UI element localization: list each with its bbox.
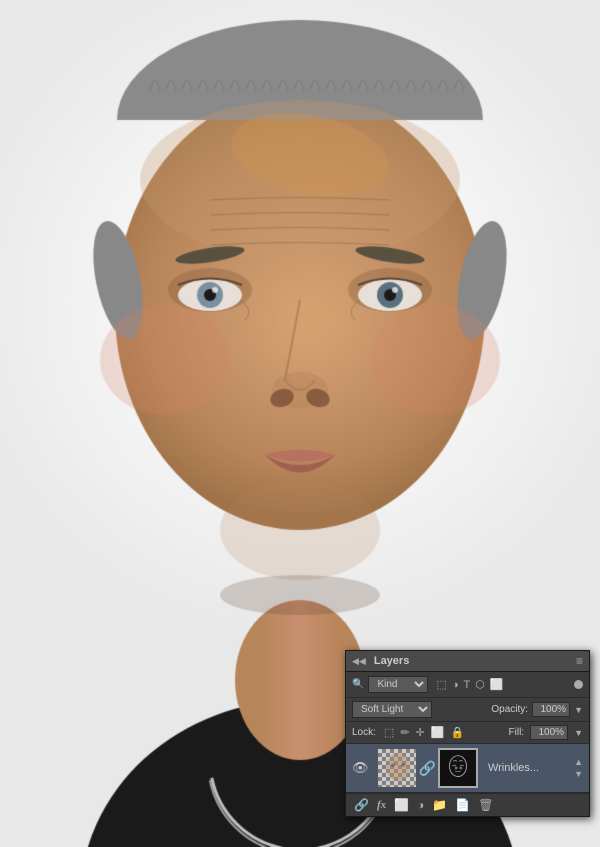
layers-bottom-bar: 🔗 fx ⬜ ◑ 📁 📄 🗑 bbox=[346, 793, 589, 816]
layer-mask-thumbnail bbox=[438, 748, 478, 788]
kind-filter-dropdown[interactable]: Kind Name Effect Mode Attribute Color bbox=[368, 676, 428, 693]
panel-collapse-arrows[interactable]: ◀◀ bbox=[352, 656, 366, 667]
lock-checkerboard-icon[interactable]: ⬚ bbox=[384, 726, 394, 739]
layer-row[interactable]: 👁 🔗 bbox=[346, 744, 589, 793]
opacity-input[interactable] bbox=[532, 702, 570, 717]
lock-move-icon[interactable]: ✛ bbox=[416, 726, 425, 739]
new-layer-icon[interactable]: 📄 bbox=[455, 798, 470, 812]
fill-label: Fill: bbox=[509, 727, 525, 738]
blend-mode-dropdown[interactable]: Normal Dissolve Soft Light Hard Light Ov… bbox=[352, 701, 432, 718]
new-group-icon[interactable]: 📁 bbox=[432, 798, 447, 812]
opacity-label: Opacity: bbox=[491, 704, 528, 715]
layers-search-row: 🔍 Kind Name Effect Mode Attribute Color … bbox=[346, 672, 589, 698]
layer-thumbnail-group: 🔗 bbox=[377, 748, 478, 788]
delete-layer-icon[interactable]: 🗑 bbox=[478, 798, 493, 812]
lock-artboard-icon[interactable]: ⬜ bbox=[431, 726, 445, 739]
filter-smart-icon[interactable]: ⬜ bbox=[490, 678, 504, 691]
lock-label: Lock: bbox=[352, 727, 376, 738]
layer-scroll-controls: ▲ ▼ bbox=[574, 757, 583, 779]
link-layers-icon[interactable]: 🔗 bbox=[354, 798, 369, 812]
blend-mode-row: Normal Dissolve Soft Light Hard Light Ov… bbox=[346, 698, 589, 722]
search-icon: 🔍 bbox=[352, 679, 364, 690]
lock-row: Lock: ⬚ ✏ ✛ ⬜ 🔒 Fill: ▼ bbox=[346, 722, 589, 744]
add-mask-icon[interactable]: ⬜ bbox=[394, 798, 409, 812]
filter-shape-icon[interactable]: ⬡ bbox=[475, 678, 485, 691]
scroll-down-arrow[interactable]: ▼ bbox=[574, 769, 583, 779]
layer-name-label: Wrinkles... bbox=[488, 762, 539, 774]
layer-image-thumbnail bbox=[377, 748, 417, 788]
opacity-arrow[interactable]: ▼ bbox=[574, 705, 583, 715]
lock-brush-icon[interactable]: ✏ bbox=[400, 726, 409, 739]
scroll-up-arrow[interactable]: ▲ bbox=[574, 757, 583, 767]
fill-input[interactable] bbox=[530, 725, 568, 740]
layers-panel: ◀◀ Layers ≡ 🔍 Kind Name Effect Mode Attr… bbox=[345, 650, 590, 817]
layer-chain-icon: 🔗 bbox=[419, 760, 436, 777]
fill-arrow[interactable]: ▼ bbox=[574, 728, 583, 738]
panel-title: Layers bbox=[374, 655, 409, 667]
layers-title-bar: ◀◀ Layers ≡ bbox=[346, 651, 589, 672]
lock-all-icon[interactable]: 🔒 bbox=[450, 726, 464, 739]
adjustment-layer-icon[interactable]: ◑ bbox=[417, 798, 424, 812]
filter-text-icon[interactable]: T bbox=[464, 679, 471, 691]
filter-adjust-icon[interactable]: ◑ bbox=[452, 679, 459, 691]
layer-visibility-eye[interactable]: 👁 bbox=[352, 760, 369, 776]
filter-pixel-icon[interactable]: ⬚ bbox=[436, 678, 446, 691]
fx-icon[interactable]: fx bbox=[377, 799, 386, 811]
filter-toggle-dot[interactable] bbox=[574, 680, 583, 689]
filter-icons-group: ⬚ ◑ T ⬡ ⬜ bbox=[436, 678, 503, 691]
panel-menu-button[interactable]: ≡ bbox=[576, 654, 583, 668]
